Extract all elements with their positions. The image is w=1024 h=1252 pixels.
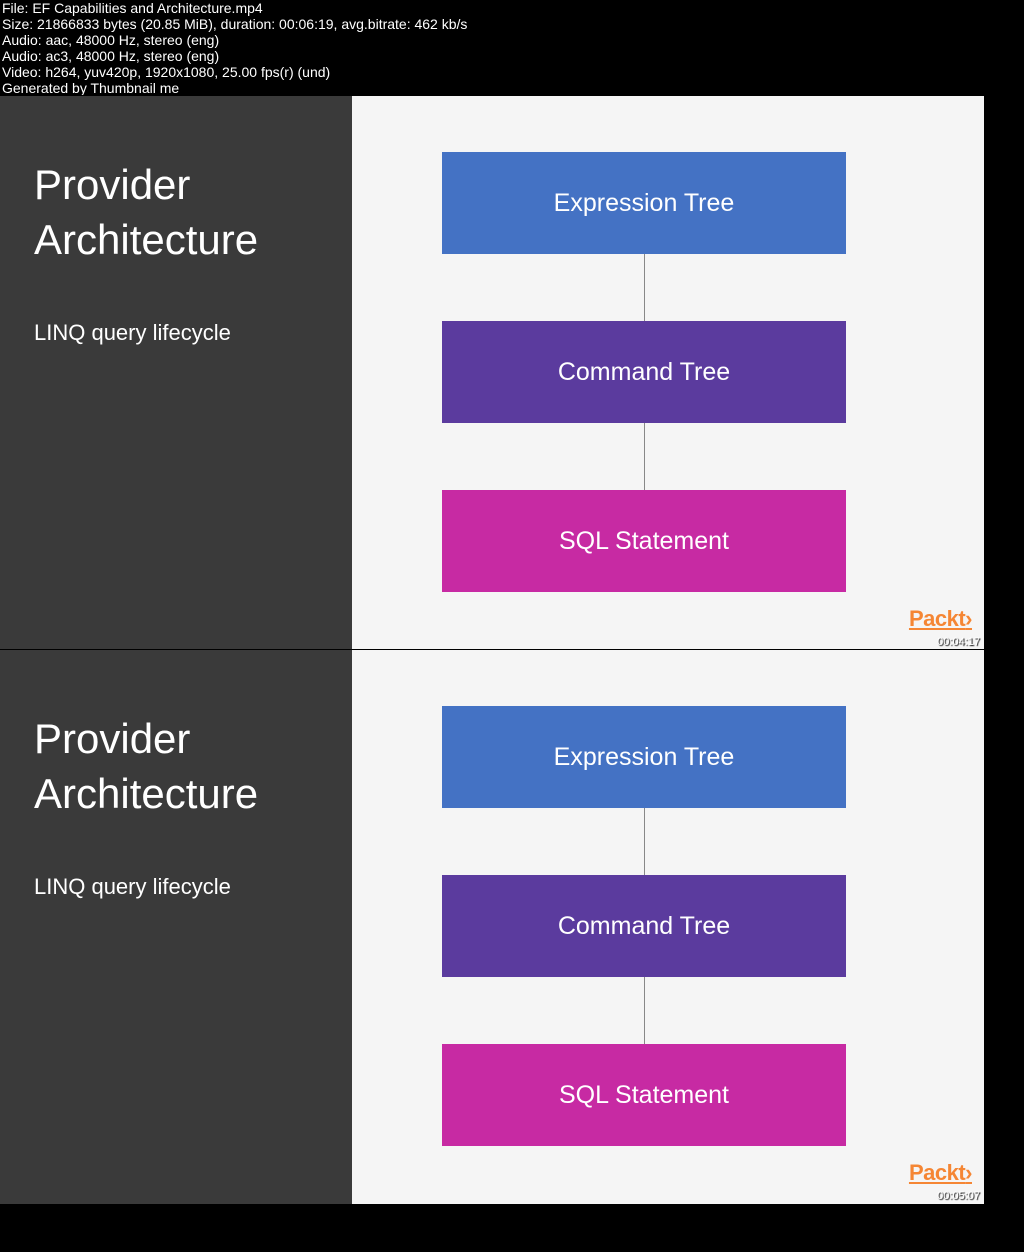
- metadata-audio2: Audio: ac3, 48000 Hz, stereo (eng): [2, 48, 1022, 64]
- packt-text: Packt: [909, 1160, 965, 1185]
- thumbnails-container: Provider Architecture LINQ query lifecyc…: [0, 96, 1024, 1204]
- frame-timestamp: 00:05:07: [937, 1190, 980, 1202]
- flow-connector: [644, 808, 645, 875]
- flow-connector: [644, 977, 645, 1044]
- packt-logo: Packt›: [909, 1160, 972, 1186]
- flow-connector: [644, 254, 645, 321]
- flow-command-tree: Command Tree: [442, 875, 846, 977]
- slide-title: Provider Architecture: [34, 158, 318, 267]
- metadata-audio1: Audio: aac, 48000 Hz, stereo (eng): [2, 32, 1022, 48]
- slide-content: Expression Tree Command Tree SQL Stateme…: [352, 96, 984, 650]
- flow-command-tree: Command Tree: [442, 321, 846, 423]
- packt-text: Packt: [909, 606, 965, 631]
- flow-expression-tree: Expression Tree: [442, 706, 846, 808]
- metadata-generated: Generated by Thumbnail me: [2, 80, 1022, 96]
- packt-arrow-icon: ›: [965, 1160, 972, 1185]
- thumbnail-frame-1: Provider Architecture LINQ query lifecyc…: [0, 96, 984, 650]
- flow-sql-statement: SQL Statement: [442, 490, 846, 592]
- slide-sidebar: Provider Architecture LINQ query lifecyc…: [0, 650, 352, 1204]
- slide-subtitle: LINQ query lifecycle: [34, 873, 318, 902]
- slide-title: Provider Architecture: [34, 712, 318, 821]
- metadata-video: Video: h264, yuv420p, 1920x1080, 25.00 f…: [2, 64, 1022, 80]
- slide-sidebar: Provider Architecture LINQ query lifecyc…: [0, 96, 352, 650]
- packt-logo: Packt›: [909, 606, 972, 632]
- frame-timestamp: 00:04:17: [937, 636, 980, 648]
- metadata-size: Size: 21866833 bytes (20.85 MiB), durati…: [2, 16, 1022, 32]
- packt-arrow-icon: ›: [965, 606, 972, 631]
- flow-connector: [644, 423, 645, 490]
- flow-expression-tree: Expression Tree: [442, 152, 846, 254]
- slide-content: Expression Tree Command Tree SQL Stateme…: [352, 650, 984, 1204]
- slide-subtitle: LINQ query lifecycle: [34, 319, 318, 348]
- metadata-file: File: EF Capabilities and Architecture.m…: [2, 0, 1022, 16]
- thumbnail-frame-2: Provider Architecture LINQ query lifecyc…: [0, 650, 984, 1204]
- flow-sql-statement: SQL Statement: [442, 1044, 846, 1146]
- metadata-overlay: File: EF Capabilities and Architecture.m…: [0, 0, 1024, 96]
